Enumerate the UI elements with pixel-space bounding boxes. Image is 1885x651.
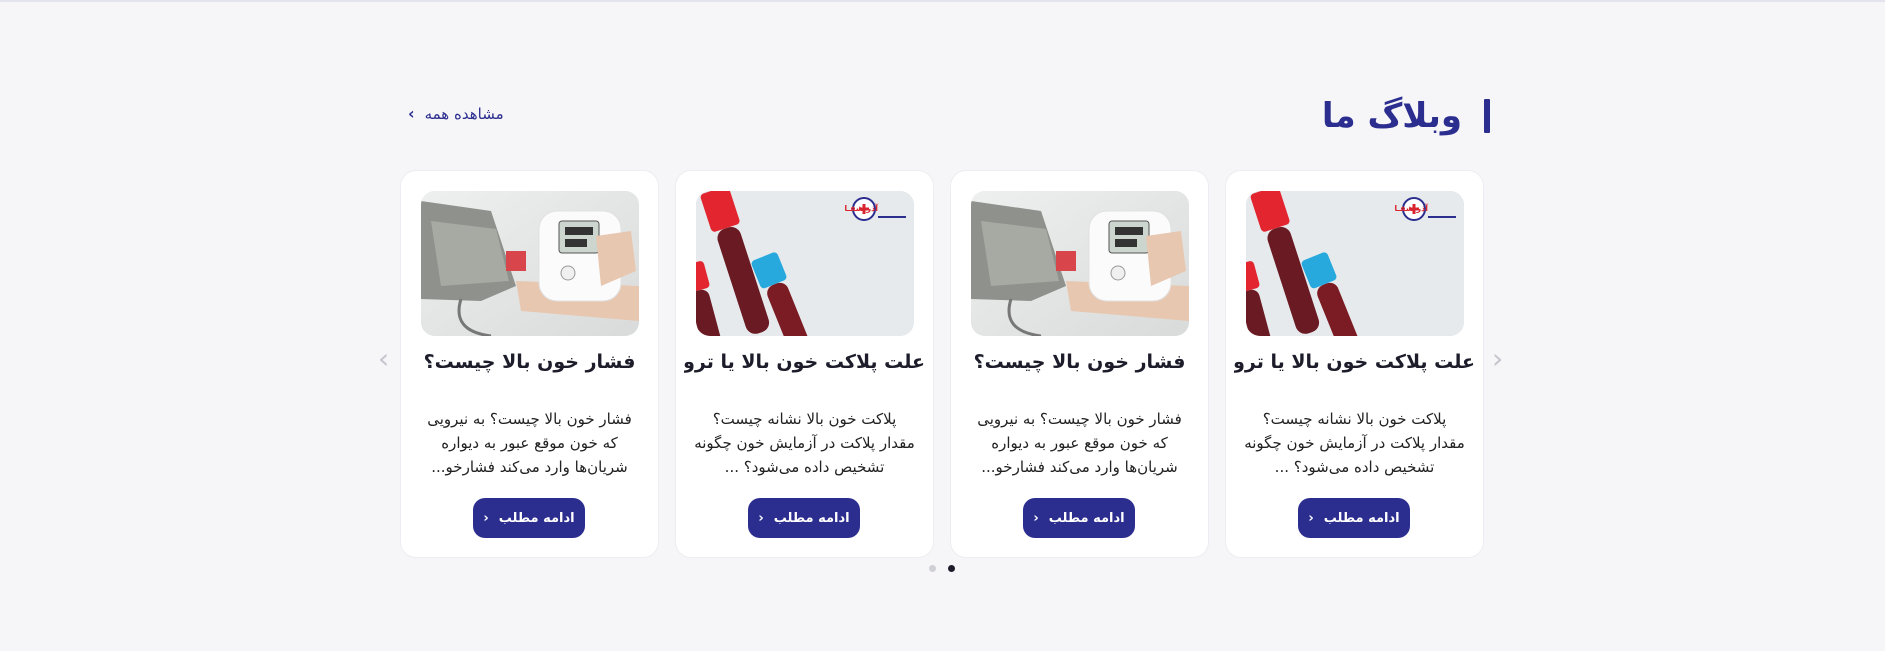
card-excerpt: پلاکت خون بالا نشانه چیست؟ مقدار پلاکت د… bbox=[1244, 410, 1465, 476]
read-more-button[interactable]: ادامه مطلب ‹ bbox=[1023, 498, 1135, 538]
blog-card[interactable]: آذر شفـا علت پلاکت خون بالا یا ترومـ... … bbox=[675, 170, 934, 558]
read-more-label: ادامه مطلب bbox=[1323, 510, 1400, 526]
blood-test-tubes-image[interactable]: آذر شفـا bbox=[696, 191, 914, 336]
carousel-prev-arrow[interactable]: ‹ bbox=[378, 342, 389, 375]
pagination-dot[interactable] bbox=[929, 565, 936, 572]
chevron-left-icon: ‹ bbox=[1308, 510, 1314, 526]
card-title[interactable]: علت پلاکت خون بالا یا ترومـ... bbox=[684, 351, 925, 373]
card-title[interactable]: فشار خون بالا چیست؟ bbox=[959, 351, 1200, 373]
chevron-left-icon: ‹ bbox=[1033, 510, 1039, 526]
top-divider bbox=[0, 0, 1885, 2]
read-more-label: ادامه مطلب bbox=[773, 510, 850, 526]
chevron-left-icon: ‹ bbox=[483, 510, 489, 526]
card-title[interactable]: علت پلاکت خون بالا یا ترومـ... bbox=[1234, 351, 1475, 373]
chevron-left-icon: ‹ bbox=[408, 104, 415, 123]
blog-carousel: فشار خون بالا چیست؟ فشار خون بالا چیست؟ … bbox=[400, 170, 1485, 558]
section-title-text: وبلاگ ما bbox=[1321, 96, 1462, 136]
card-excerpt: پلاکت خون بالا نشانه چیست؟ مقدار پلاکت د… bbox=[694, 410, 915, 476]
pagination-dot-active[interactable] bbox=[948, 565, 955, 572]
clinic-logo-text: آذر شفـا bbox=[1394, 203, 1428, 213]
read-more-button[interactable]: ادامه مطلب ‹ bbox=[1298, 498, 1410, 538]
card-excerpt: فشار خون بالا چیست؟ به نیرویی که خون موق… bbox=[427, 410, 632, 476]
title-accent-bar bbox=[1484, 99, 1490, 133]
blog-section-header: وبلاگ ما ‹ مشاهده همه bbox=[400, 92, 1490, 142]
section-title: وبلاگ ما bbox=[1322, 94, 1490, 138]
read-more-label: ادامه مطلب bbox=[498, 510, 575, 526]
read-more-button[interactable]: ادامه مطلب ‹ bbox=[473, 498, 585, 538]
see-all-link[interactable]: ‹ مشاهده همه bbox=[408, 104, 504, 123]
blog-card[interactable]: آذر شفـا علت پلاکت خون بالا یا ترومـ... … bbox=[1225, 170, 1484, 558]
clinic-logo-text: آذر شفـا bbox=[844, 203, 878, 213]
blog-card[interactable]: فشار خون بالا چیست؟ فشار خون بالا چیست؟ … bbox=[950, 170, 1209, 558]
read-more-button[interactable]: ادامه مطلب ‹ bbox=[748, 498, 860, 538]
carousel-next-arrow[interactable]: › bbox=[1492, 342, 1503, 375]
chevron-left-icon: ‹ bbox=[758, 510, 764, 526]
blog-card[interactable]: فشار خون بالا چیست؟ فشار خون بالا چیست؟ … bbox=[400, 170, 659, 558]
card-title[interactable]: فشار خون بالا چیست؟ bbox=[409, 351, 650, 373]
blood-test-tubes-image[interactable]: آذر شفـا bbox=[1246, 191, 1464, 336]
carousel-pagination bbox=[929, 565, 955, 572]
see-all-label: مشاهده همه bbox=[424, 104, 504, 123]
card-excerpt: فشار خون بالا چیست؟ به نیرویی که خون موق… bbox=[977, 410, 1182, 476]
blood-pressure-monitor-image[interactable] bbox=[421, 191, 639, 336]
read-more-label: ادامه مطلب bbox=[1048, 510, 1125, 526]
blood-pressure-monitor-image[interactable] bbox=[971, 191, 1189, 336]
